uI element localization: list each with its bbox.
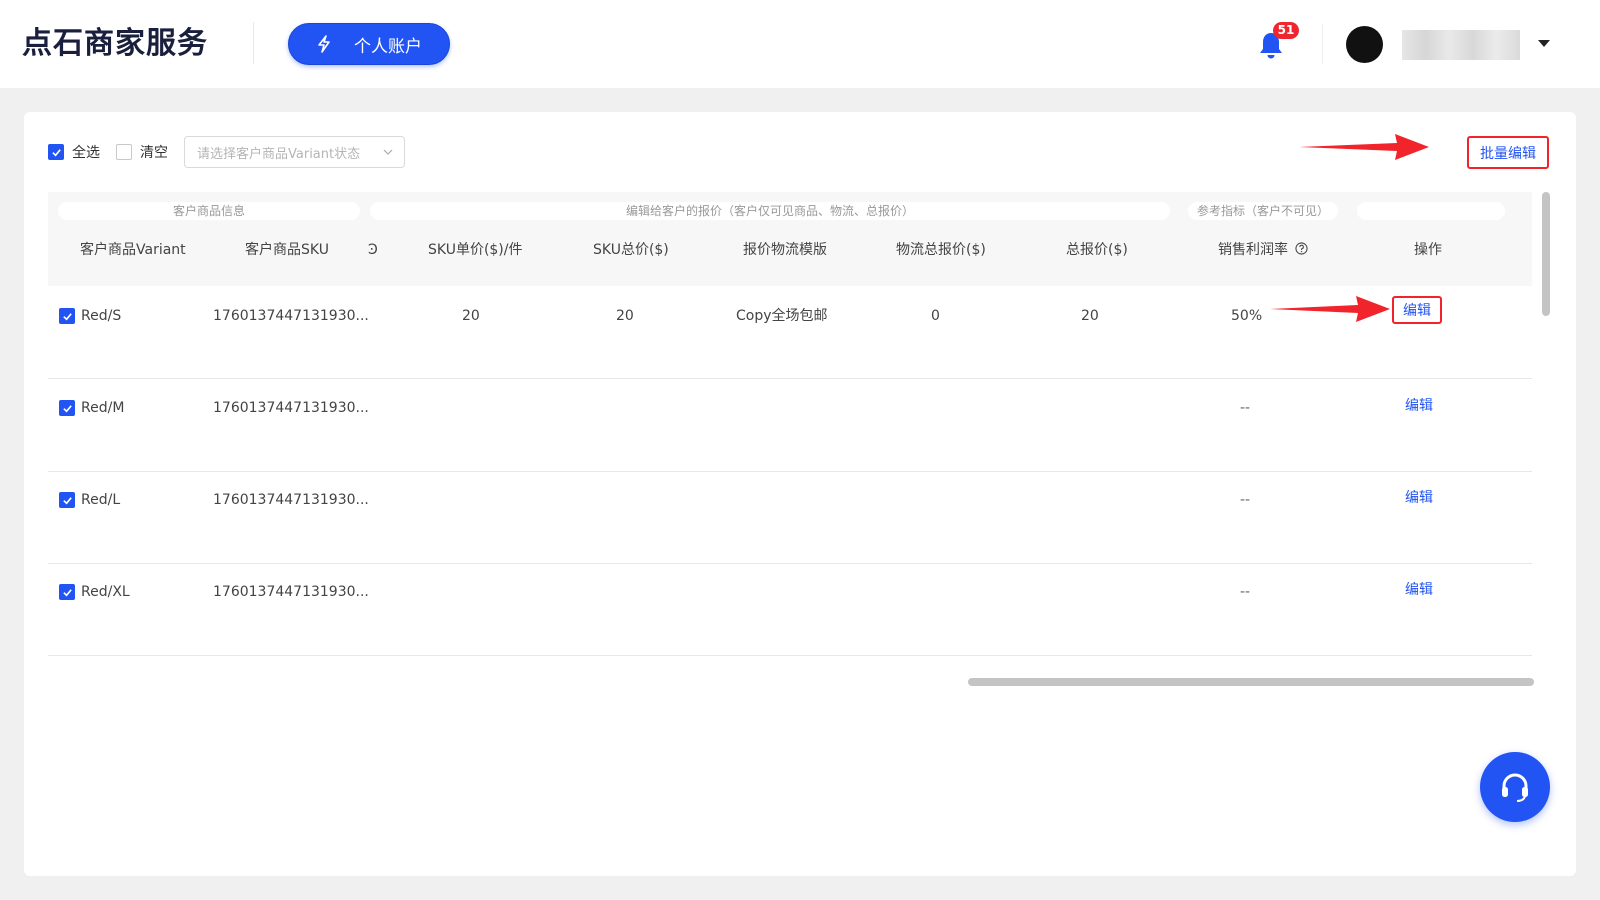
profit-margin-cell: -- [1240, 584, 1251, 600]
total-quote-cell: 20 [1081, 308, 1099, 324]
col-logistics-template: 报价物流模版 [743, 242, 827, 258]
check-icon [51, 148, 61, 156]
col-unit-price: SKU单价($)/件 [428, 242, 523, 258]
lightning-icon [318, 35, 330, 53]
col-logistics-total: 物流总报价($) [896, 242, 986, 258]
vertical-scrollbar[interactable] [1542, 192, 1550, 316]
table-row: Red/M 1760137447131930... -- 编辑 [48, 379, 1532, 472]
profit-margin-cell: -- [1240, 492, 1251, 508]
col-total-quote: 总报价($) [1066, 242, 1128, 258]
group-quote: 编辑给客户的报价（客户仅可见商品、物流、总报价） [370, 202, 1170, 220]
notification-badge: 51 [1273, 22, 1299, 39]
annotation-arrow [1299, 134, 1429, 160]
username-blurred[interactable] [1402, 30, 1520, 60]
col-truncated: Ͽ [368, 242, 378, 258]
variant-cell: Red/L [81, 492, 121, 508]
variant-cell: Red/S [81, 308, 122, 324]
personal-account-button[interactable]: 个人账户 [288, 23, 450, 65]
check-icon [62, 404, 72, 412]
col-profit-margin-label: 销售利润率 [1218, 242, 1288, 258]
sku-cell: 1760137447131930... [213, 308, 369, 324]
check-icon [62, 588, 72, 596]
batch-edit-button[interactable]: 批量编辑 [1467, 136, 1549, 169]
sku-cell: 1760137447131930... [213, 492, 369, 508]
variant-cell: Red/XL [81, 584, 130, 600]
sku-cell: 1760137447131930... [213, 400, 369, 416]
edit-link[interactable]: 编辑 [1405, 487, 1433, 507]
caret-down-icon[interactable] [1538, 40, 1550, 47]
logo: 点石商家服务 [22, 26, 208, 61]
col-sku: 客户商品SKU [245, 242, 329, 258]
table-header: 客户商品信息 编辑给客户的报价（客户仅可见商品、物流、总报价） 参考指标（客户不… [48, 192, 1532, 286]
top-bar: 点石商家服务 个人账户 51 [0, 0, 1600, 88]
profit-margin-cell: 50% [1231, 308, 1263, 324]
sku-total-cell: 20 [616, 308, 634, 324]
col-sku-total: SKU总价($) [593, 242, 669, 258]
chevron-down-icon [383, 149, 393, 155]
horizontal-scrollbar[interactable] [968, 678, 1534, 686]
check-icon [62, 312, 72, 320]
toolbar: 全选 清空 请选择客户商品Variant状态 [48, 136, 405, 168]
sku-cell: 1760137447131930... [213, 584, 369, 600]
variant-status-placeholder: 请选择客户商品Variant状态 [197, 146, 361, 162]
unit-price-cell: 20 [462, 308, 480, 324]
edit-link[interactable]: 编辑 [1405, 395, 1433, 415]
personal-account-label: 个人账户 [354, 36, 422, 57]
group-reference: 参考指标（客户不可见） [1188, 202, 1338, 220]
group-action [1357, 202, 1505, 220]
divider [253, 22, 254, 64]
annotation-arrow [1270, 296, 1390, 322]
help-circle-icon[interactable] [1295, 242, 1309, 255]
main-card: 全选 清空 请选择客户商品Variant状态 批量编辑 客户商品信息 编辑给客户… [24, 112, 1576, 876]
table-row: Red/L 1760137447131930... -- 编辑 [48, 471, 1532, 564]
avatar[interactable] [1346, 26, 1383, 63]
row-checkbox[interactable] [59, 584, 75, 600]
row-checkbox[interactable] [59, 492, 75, 508]
variant-status-select[interactable]: 请选择客户商品Variant状态 [184, 136, 405, 168]
col-profit-margin: 销售利润率 [1218, 240, 1309, 260]
group-product-info: 客户商品信息 [58, 202, 360, 220]
customer-support-button[interactable] [1480, 752, 1550, 822]
clear-label: 清空 [140, 145, 168, 161]
edit-link[interactable]: 编辑 [1392, 296, 1442, 324]
select-all-label: 全选 [72, 145, 100, 161]
check-icon [62, 496, 72, 504]
edit-link[interactable]: 编辑 [1405, 579, 1433, 599]
profit-margin-cell: -- [1240, 400, 1251, 416]
clear-checkbox[interactable] [116, 144, 132, 160]
headset-icon [1502, 773, 1528, 802]
table-row: Red/XL 1760137447131930... -- 编辑 [48, 563, 1532, 656]
table-row: Red/S 1760137447131930... 20 20 Copy全场包邮… [48, 286, 1532, 379]
select-all-checkbox[interactable] [48, 144, 64, 160]
row-checkbox[interactable] [59, 308, 75, 324]
logistics-total-cell: 0 [931, 308, 940, 324]
col-action: 操作 [1414, 242, 1442, 258]
logistics-template-cell: Copy全场包邮 [736, 308, 828, 324]
divider [1322, 24, 1323, 64]
col-variant: 客户商品Variant [80, 242, 186, 258]
row-checkbox[interactable] [59, 400, 75, 416]
variant-cell: Red/M [81, 400, 125, 416]
